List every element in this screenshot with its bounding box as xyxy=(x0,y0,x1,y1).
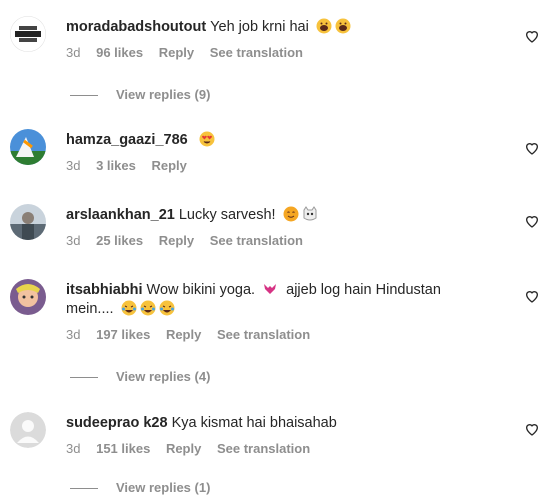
grinning-emoji-icon xyxy=(335,18,351,34)
comment-text: moradabadshoutout Yeh job krni hai xyxy=(66,18,486,37)
see-translation-button[interactable]: See translation xyxy=(217,441,310,456)
heart-icon[interactable] xyxy=(524,421,540,437)
view-replies-label: View replies (9) xyxy=(116,87,211,102)
heart-icon[interactable] xyxy=(524,140,540,156)
heart-icon[interactable] xyxy=(524,28,540,44)
divider-line xyxy=(70,377,98,379)
reply-button[interactable]: Reply xyxy=(166,441,201,456)
laughing-tears-emoji-icon xyxy=(159,300,175,316)
comment-text: hamza_gaazi_786 xyxy=(66,131,486,150)
see-translation-button[interactable]: See translation xyxy=(217,327,310,342)
likes-count[interactable]: 96 likes xyxy=(96,45,143,60)
reply-button[interactable]: Reply xyxy=(166,327,201,342)
view-replies-button[interactable]: View replies (9) xyxy=(70,87,210,102)
avatar[interactable] xyxy=(10,279,46,315)
comment-username[interactable]: hamza_gaazi_786 xyxy=(66,132,188,148)
comment-meta: 3d 25 likes Reply See translation xyxy=(66,233,486,248)
laughing-tears-emoji-icon xyxy=(140,300,156,316)
reply-button[interactable]: Reply xyxy=(159,45,194,60)
comment-body: Wow bikini yoga. xyxy=(146,282,256,298)
heart-eyes-emoji-icon xyxy=(199,131,215,147)
avatar[interactable] xyxy=(10,204,46,240)
heart-icon[interactable] xyxy=(524,288,540,304)
comment-time: 3d xyxy=(66,45,81,60)
comment-text: itsabhiabhi Wow bikini yoga. ajjeb log ha… xyxy=(66,281,486,319)
comment-body: Kya kismat hai bhaisahab xyxy=(171,415,337,431)
see-translation-button[interactable]: See translation xyxy=(210,45,303,60)
avatar[interactable] xyxy=(10,16,46,52)
comment-time: 3d xyxy=(66,327,81,342)
comment-username[interactable]: moradabadshoutout xyxy=(66,19,206,35)
view-replies-label: View replies (4) xyxy=(116,369,211,384)
see-translation-button[interactable]: See translation xyxy=(210,233,303,248)
comment-text: sudeeprao k28 Kya kismat hai bhaisahab xyxy=(66,414,486,433)
comment-meta: 3d 197 likes Reply See translation xyxy=(66,327,486,342)
likes-count[interactable]: 25 likes xyxy=(96,233,143,248)
comment-text: arslaankhan_21 Lucky sarvesh! xyxy=(66,206,486,225)
likes-count[interactable]: 3 likes xyxy=(96,158,136,173)
avatar[interactable] xyxy=(10,129,46,165)
comment-meta: 3d 3 likes Reply xyxy=(66,158,486,173)
divider-line xyxy=(70,95,98,97)
comment-username[interactable]: arslaankhan_21 xyxy=(66,207,175,223)
view-replies-label: View replies (1) xyxy=(116,480,211,495)
bikini-emoji-icon xyxy=(264,284,277,294)
avatar[interactable] xyxy=(10,412,46,448)
reply-button[interactable]: Reply xyxy=(151,158,186,173)
likes-count[interactable]: 151 likes xyxy=(96,441,150,456)
comment-username[interactable]: itsabhiabhi xyxy=(66,282,143,298)
comment-time: 3d xyxy=(66,158,81,173)
blushing-emoji-icon xyxy=(283,206,299,222)
scared-cat-emoji-icon xyxy=(303,206,317,221)
heart-icon[interactable] xyxy=(524,213,540,229)
grinning-emoji-icon xyxy=(316,18,332,34)
comment-time: 3d xyxy=(66,441,81,456)
view-replies-button[interactable]: View replies (4) xyxy=(70,369,210,384)
view-replies-button[interactable]: View replies (1) xyxy=(70,480,210,495)
comment-meta: 3d 151 likes Reply See translation xyxy=(66,441,486,456)
comment-username[interactable]: sudeeprao k28 xyxy=(66,415,168,431)
reply-button[interactable]: Reply xyxy=(159,233,194,248)
comment-body: Yeh job krni hai xyxy=(210,19,309,35)
comment-meta: 3d 96 likes Reply See translation xyxy=(66,45,486,60)
laughing-tears-emoji-icon xyxy=(121,300,137,316)
comment-body: Lucky sarvesh! xyxy=(178,207,276,223)
likes-count[interactable]: 197 likes xyxy=(96,327,150,342)
comment-time: 3d xyxy=(66,233,81,248)
